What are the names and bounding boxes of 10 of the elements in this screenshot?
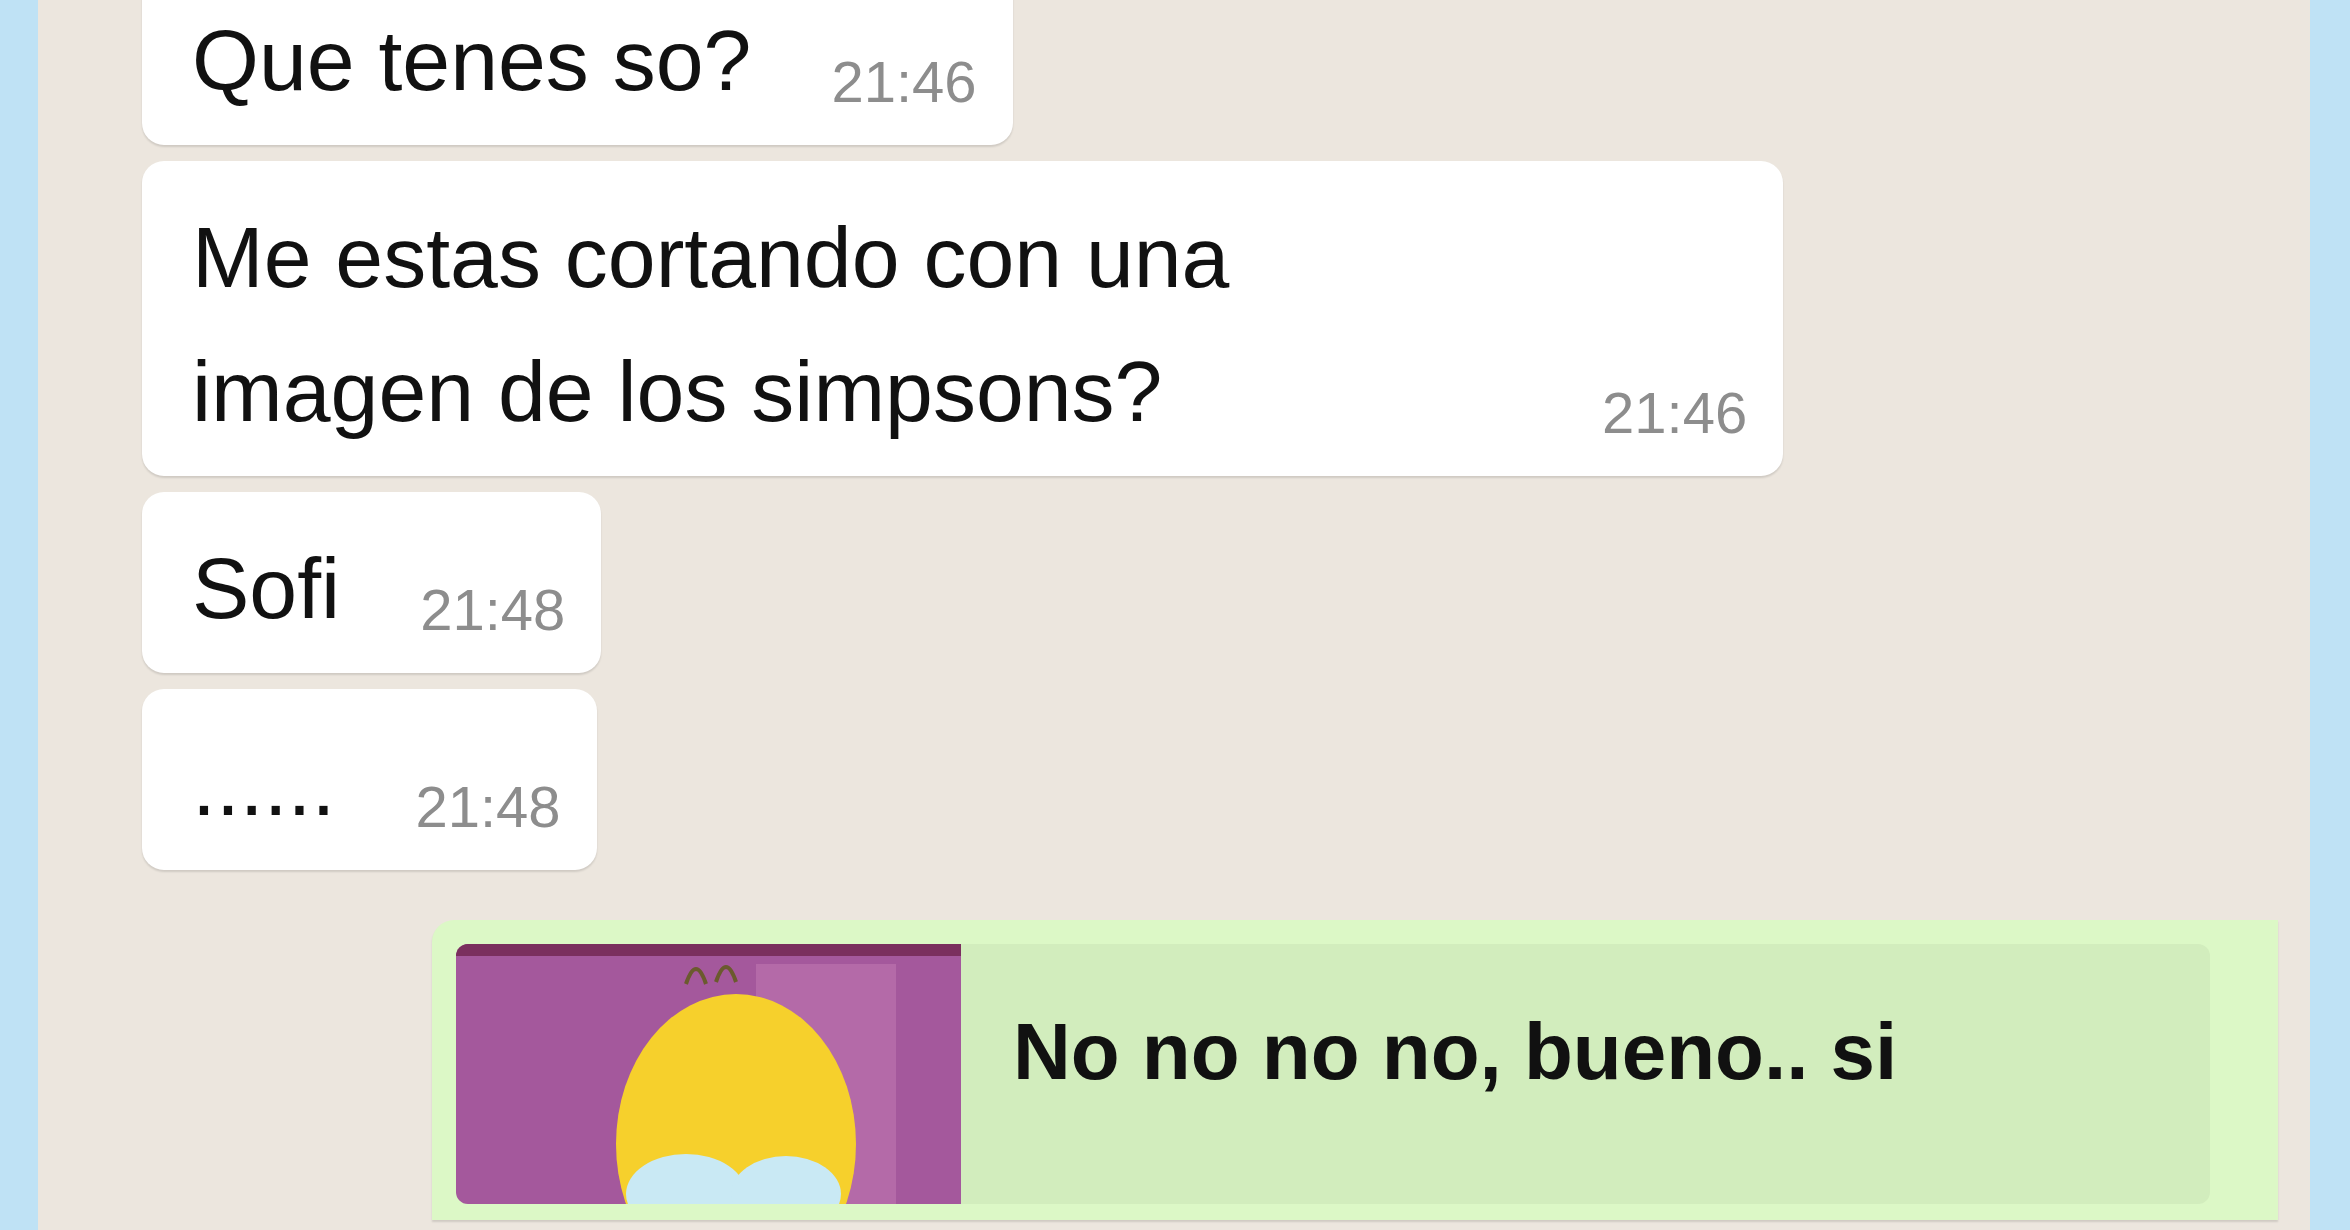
message-time: 21:48 [420,576,566,645]
message-time: 21:48 [415,773,561,842]
message-time: 21:46 [1602,378,1748,447]
message-time: 21:46 [831,48,977,117]
message-text: Me estas cortando con una imagen de los simpsons? [192,208,1231,441]
message-text: Que tenes so? [192,11,752,110]
quoted-text: No no no no, bueno.. si [1012,1006,1898,1099]
quoted-message[interactable]: No no no no, bueno.. si [456,944,2210,1205]
message-text: ...... [192,736,336,836]
message-text: Sofi [192,538,341,638]
